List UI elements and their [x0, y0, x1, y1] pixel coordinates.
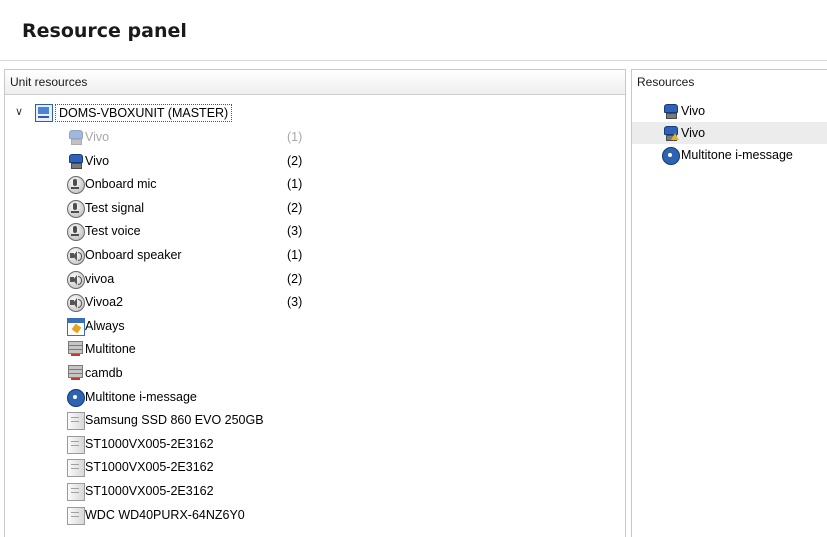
tree-item-onboard-mic[interactable]: Onboard mic (1) — [5, 173, 625, 197]
resource-item-vivo[interactable]: Vivo — [632, 100, 827, 122]
server-icon — [67, 341, 83, 357]
tree-item-label: Vivoa2 — [85, 295, 123, 310]
tree-item-disk[interactable]: ST1000VX005-2E3162 — [5, 433, 625, 457]
resource-item-label: Vivo — [681, 104, 706, 118]
schedule-icon — [67, 317, 85, 336]
unit-resources-tree[interactable]: ∨ DOMS-VBOXUNIT (MASTER) Vivo (1) Vivo (… — [5, 101, 625, 527]
disk-icon — [67, 459, 85, 478]
camera-icon — [67, 129, 83, 145]
microphone-icon — [67, 199, 85, 218]
tree-item-multitone-i-message[interactable]: Multitone i-message — [5, 386, 625, 410]
disk-icon — [67, 412, 85, 431]
camera-icon — [67, 153, 83, 169]
disk-icon — [67, 482, 85, 501]
tree-item-vivo-1[interactable]: Vivo (1) — [5, 126, 625, 150]
tree-item-disk[interactable]: WDC WD40PURX-64NZ6Y0 — [5, 504, 625, 528]
tree-item-test-signal[interactable]: Test signal (2) — [5, 197, 625, 221]
tree-item-vivoa[interactable]: vivoa (2) — [5, 268, 625, 292]
disk-icon — [67, 435, 85, 454]
tree-item-disk[interactable]: ST1000VX005-2E3162 — [5, 456, 625, 480]
tree-item-count: (2) — [287, 153, 303, 168]
microphone-icon — [67, 176, 85, 195]
page-title: Resource panel — [22, 20, 187, 42]
tree-item-label: Test voice — [85, 224, 141, 239]
resource-item-vivo-selected[interactable]: Vivo — [632, 122, 827, 144]
tree-item-count: (3) — [287, 295, 303, 310]
tree-item-count: (1) — [287, 130, 303, 144]
disk-icon — [67, 506, 85, 525]
tree-item-label: ST1000VX005-2E3162 — [85, 460, 214, 475]
tree-item-count: (2) — [287, 271, 303, 286]
tree-item-label: Onboard speaker — [85, 247, 182, 262]
server-icon — [67, 364, 83, 381]
tree-item-camdb[interactable]: camdb — [5, 362, 625, 386]
tree-item-onboard-speaker[interactable]: Onboard speaker (1) — [5, 244, 625, 268]
tree-item-disk[interactable]: ST1000VX005-2E3162 — [5, 480, 625, 504]
unit-resources-header: Unit resources — [5, 70, 625, 95]
tree-item-label: WDC WD40PURX-64NZ6Y0 — [85, 507, 245, 522]
resource-item-label: Vivo — [681, 126, 706, 140]
resources-panel: Resources Vivo Vivo Multitone i-message — [631, 69, 827, 537]
microphone-icon — [67, 223, 85, 242]
tree-item-count: (2) — [287, 200, 303, 215]
tree-item-label: Always — [85, 318, 125, 333]
tree-item-label: Samsung SSD 860 EVO 250GB — [85, 413, 264, 428]
title-divider — [0, 60, 827, 61]
tree-item-label: camdb — [85, 365, 123, 380]
tree-item-count: (1) — [287, 177, 303, 192]
tree-item-label: Vivo — [85, 153, 110, 168]
speaker-icon — [67, 294, 85, 313]
tree-item-label: Multitone — [85, 342, 136, 357]
tree-item-label: ST1000VX005-2E3162 — [85, 436, 214, 451]
tree-item-label: ST1000VX005-2E3162 — [85, 483, 214, 498]
tree-item-count: (3) — [287, 224, 303, 239]
tree-item-multitone[interactable]: Multitone — [5, 338, 625, 362]
resource-item-multitone-i-message[interactable]: Multitone i-message — [632, 144, 827, 166]
speaker-icon — [67, 270, 85, 289]
gear-icon — [67, 388, 85, 407]
unit-icon — [35, 104, 53, 122]
tree-item-label: vivoa — [85, 271, 115, 286]
camera-warning-icon — [662, 125, 679, 141]
tree-item-test-voice[interactable]: Test voice (3) — [5, 220, 625, 244]
resource-item-label: Multitone i-message — [681, 148, 793, 162]
gear-icon — [662, 147, 680, 165]
tree-item-vivo-2[interactable]: Vivo (2) — [5, 150, 625, 174]
tree-root-label: DOMS-VBOXUNIT (MASTER) — [55, 104, 233, 122]
tree-item-label: Test signal — [85, 200, 145, 215]
tree-root-unit[interactable]: ∨ DOMS-VBOXUNIT (MASTER) — [5, 101, 625, 126]
resources-header: Resources — [632, 70, 827, 94]
camera-icon — [662, 103, 678, 119]
tree-item-label: Vivo — [85, 130, 110, 144]
unit-resources-panel: Unit resources ∨ DOMS-VBOXUNIT (MASTER) … — [4, 69, 626, 537]
tree-item-disk[interactable]: Samsung SSD 860 EVO 250GB — [5, 409, 625, 433]
tree-item-label: Onboard mic — [85, 177, 157, 192]
tree-item-count: (1) — [287, 247, 303, 262]
resources-list[interactable]: Vivo Vivo Multitone i-message — [632, 100, 827, 166]
tree-item-vivoa2[interactable]: Vivoa2 (3) — [5, 291, 625, 315]
tree-item-label: Multitone i-message — [85, 389, 197, 404]
tree-item-always[interactable]: Always — [5, 315, 625, 339]
chevron-down-icon[interactable]: ∨ — [15, 105, 23, 118]
speaker-icon — [67, 246, 85, 265]
